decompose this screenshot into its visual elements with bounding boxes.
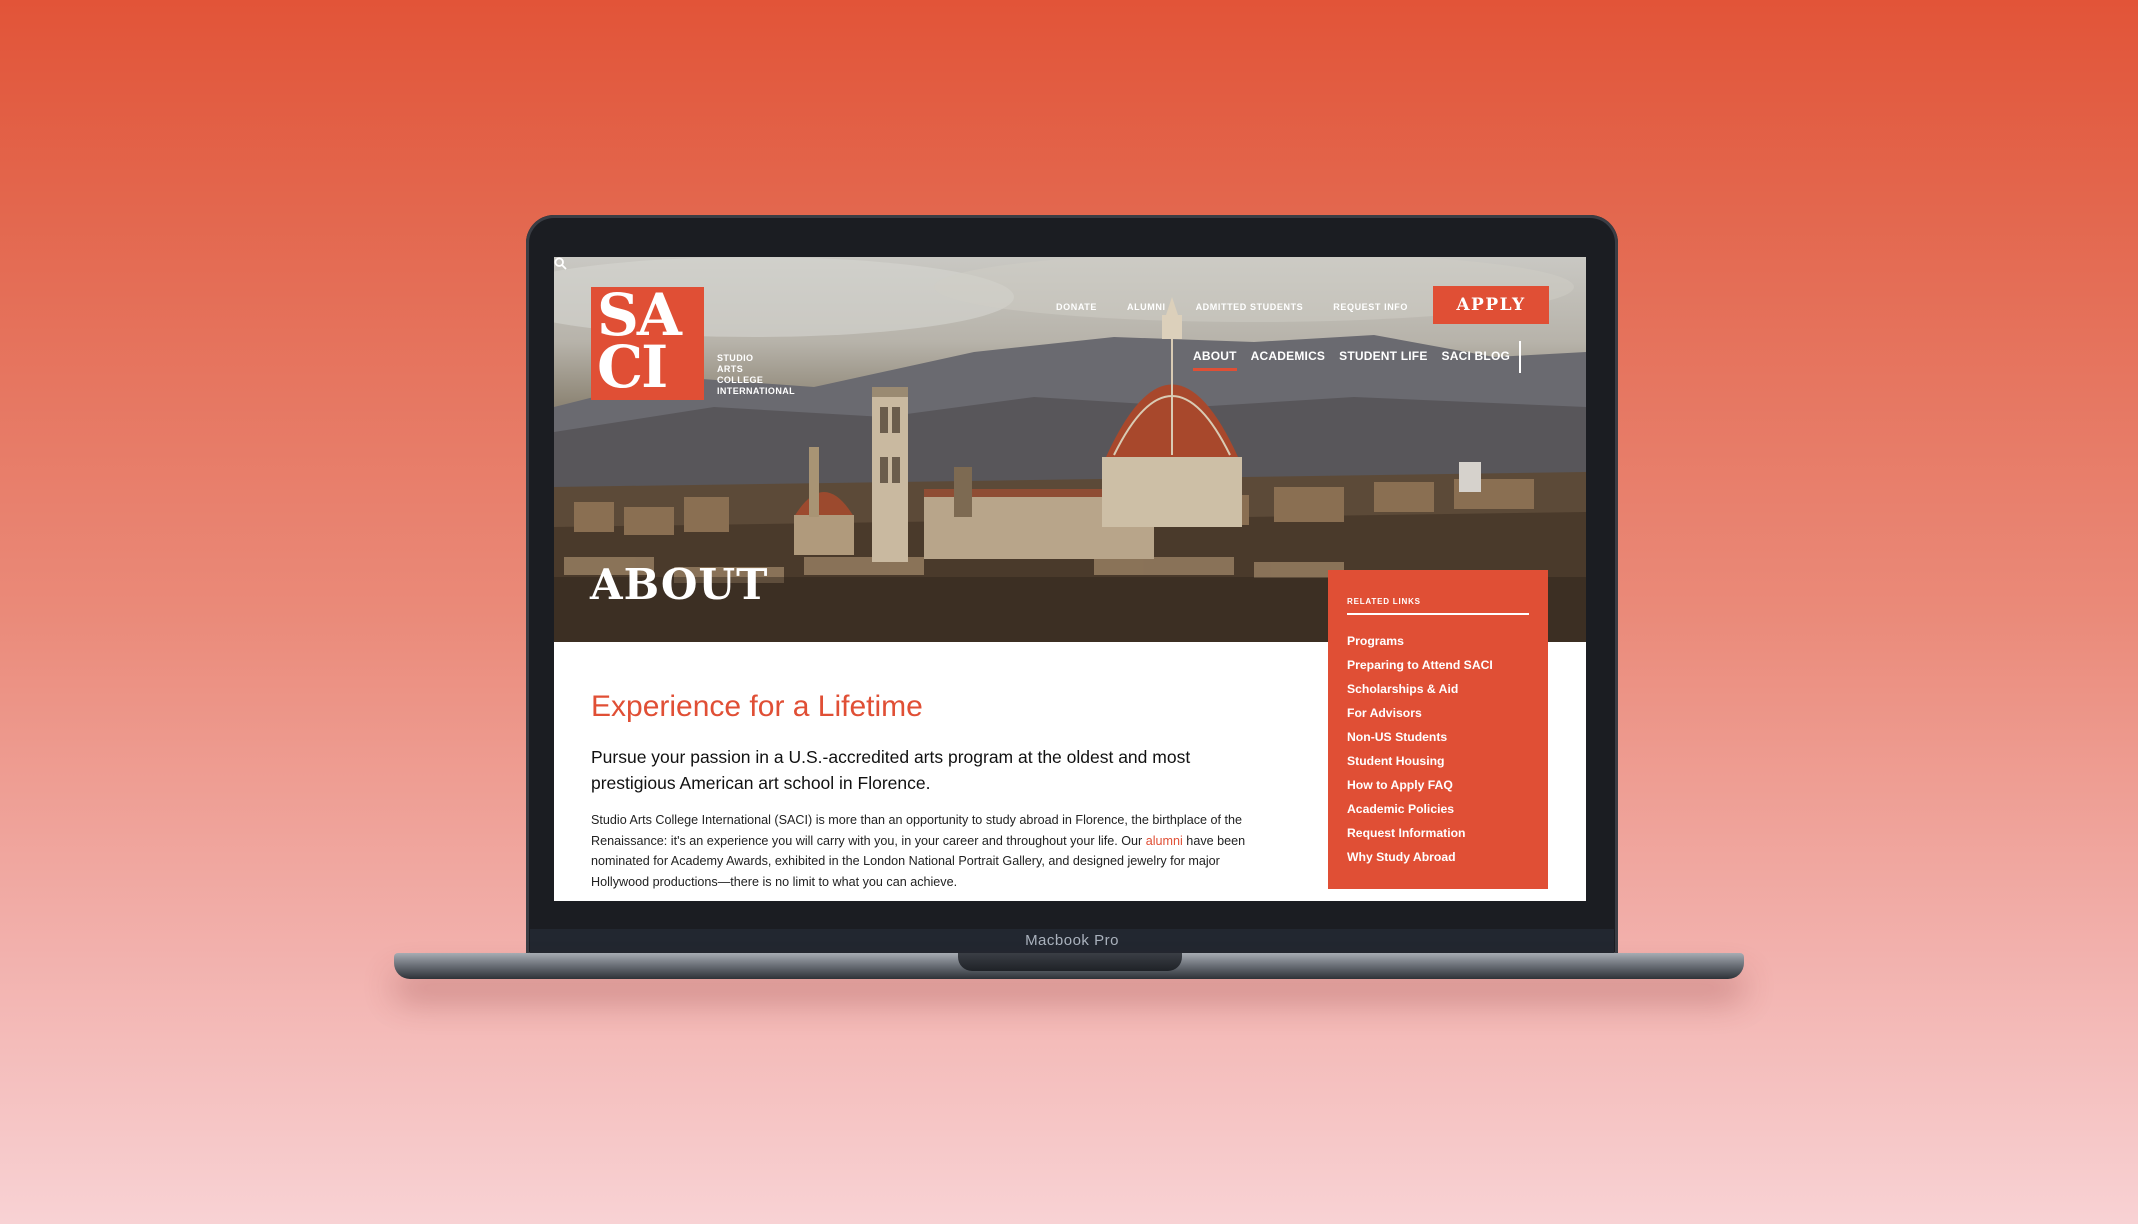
body-text-start: Studio Arts College International (SACI)… (591, 813, 1243, 848)
main-nav: ABOUT ACADEMICS STUDENT LIFE SACI BLOG (1193, 349, 1510, 371)
utility-nav: DONATE ALUMNI ADMITTED STUDENTS REQUEST … (1056, 302, 1408, 312)
saci-logo[interactable]: SA CI (591, 287, 704, 400)
related-link-housing[interactable]: Student Housing (1347, 749, 1530, 773)
apply-button[interactable]: APPLY (1433, 286, 1549, 324)
logo-word: ARTS (717, 364, 744, 374)
alumni-link[interactable]: alumni (1146, 834, 1183, 848)
related-links-panel: RELATED LINKS Programs Preparing to Atte… (1328, 570, 1548, 889)
related-link-preparing[interactable]: Preparing to Attend SACI (1347, 653, 1530, 677)
logo-wordmark: STUDIO ARTS COLLEGE INTERNATIONAL (717, 353, 795, 397)
nav-academics[interactable]: ACADEMICS (1251, 349, 1325, 363)
page-title: ABOUT (590, 560, 769, 609)
nav-divider (1519, 341, 1521, 373)
related-link-advisors[interactable]: For Advisors (1347, 701, 1530, 725)
laptop-notch (958, 953, 1182, 971)
nav-request-info[interactable]: REQUEST INFO (1333, 302, 1408, 312)
related-link-apply-faq[interactable]: How to Apply FAQ (1347, 773, 1530, 797)
related-link-scholarships[interactable]: Scholarships & Aid (1347, 677, 1530, 701)
lead-paragraph: Pursue your passion in a U.S.-accredited… (591, 747, 1191, 793)
logo-word: STUDIO (717, 353, 754, 363)
nav-alumni[interactable]: ALUMNI (1127, 302, 1166, 312)
search-icon[interactable] (554, 257, 567, 270)
nav-about[interactable]: ABOUT (1193, 349, 1237, 371)
logo-word: COLLEGE (717, 375, 764, 385)
logo-word: INTERNATIONAL (717, 386, 796, 396)
related-links-list: Programs Preparing to Attend SACI Schola… (1347, 629, 1530, 869)
nav-saci-blog[interactable]: SACI BLOG (1442, 349, 1510, 363)
related-link-why-study[interactable]: Why Study Abroad (1347, 845, 1530, 869)
body-paragraph: Studio Arts College International (SACI)… (591, 810, 1256, 892)
nav-admitted-students[interactable]: ADMITTED STUDENTS (1196, 302, 1304, 312)
website-screen: SA CI STUDIO ARTS COLLEGE INTERNATIONAL … (554, 257, 1586, 901)
related-link-request-info[interactable]: Request Information (1347, 821, 1530, 845)
nav-student-life[interactable]: STUDENT LIFE (1339, 349, 1427, 363)
nav-donate[interactable]: DONATE (1056, 302, 1097, 312)
logo-letters-bottom: CI (597, 333, 668, 400)
related-links-heading: RELATED LINKS (1347, 597, 1529, 615)
laptop-chin: Macbook Pro (530, 929, 1614, 953)
related-link-policies[interactable]: Academic Policies (1347, 797, 1530, 821)
section-title: Experience for a Lifetime (591, 690, 923, 723)
related-link-non-us[interactable]: Non-US Students (1347, 725, 1530, 749)
related-link-programs[interactable]: Programs (1347, 629, 1530, 653)
